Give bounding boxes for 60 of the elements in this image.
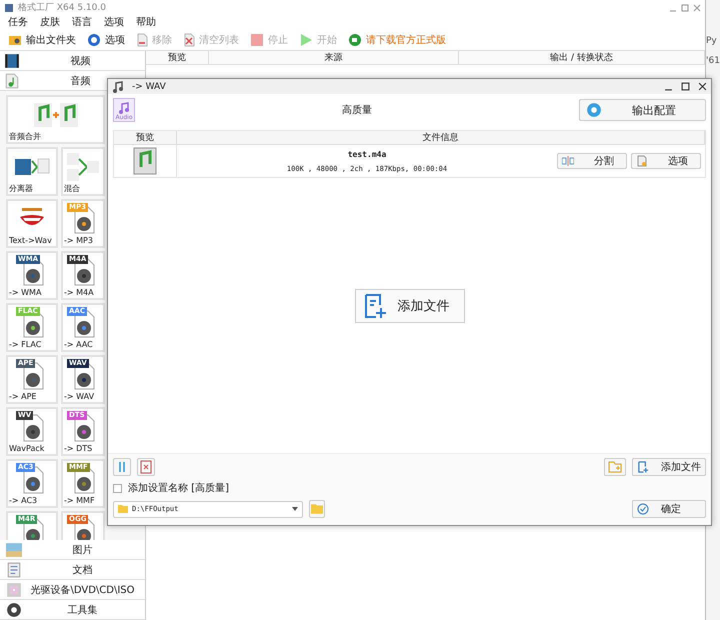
menu-item[interactable]: 语言 <box>72 15 92 29</box>
category-button[interactable]: 文档 <box>0 560 145 580</box>
clear-icon <box>140 460 152 474</box>
folder-icon <box>311 504 323 514</box>
clear-button[interactable] <box>137 458 155 476</box>
format-tile[interactable]: Text->Wav <box>6 199 58 248</box>
sort-button[interactable] <box>113 458 131 476</box>
checkbox[interactable] <box>113 484 122 492</box>
file-action-button[interactable]: 分割 <box>557 153 627 169</box>
audio-file-icon <box>132 147 158 175</box>
category-button[interactable]: 视频 <box>0 51 145 71</box>
column-header: 预览 <box>146 51 209 64</box>
play-icon <box>298 32 314 46</box>
window-edge-text: Py <box>706 36 718 46</box>
add-file-button[interactable]: 添加文件 <box>354 288 464 322</box>
format-tile[interactable]: 分离器 <box>6 147 58 196</box>
file-name: test.m4a <box>348 150 386 158</box>
preset-name: 高质量 <box>341 104 373 117</box>
music-note-icon <box>4 72 20 88</box>
window-edge-text: '61 <box>706 56 720 66</box>
split-icon <box>562 156 574 166</box>
music-note-icon <box>118 102 130 114</box>
menu-item[interactable]: 选项 <box>104 15 124 29</box>
film-icon <box>4 52 20 68</box>
file-action-button[interactable]: 选项 <box>631 153 701 169</box>
browse-folder-button[interactable] <box>309 500 325 518</box>
column-header: 文件信息 <box>177 131 705 144</box>
window-title: 格式工厂 X64 5.10.0 <box>18 2 106 14</box>
checkbox-label: 添加设置名称 [高质量] <box>128 482 229 495</box>
add-folder-button[interactable] <box>604 458 626 476</box>
menu-item[interactable]: 帮助 <box>136 15 156 29</box>
category-button[interactable]: 光驱设备\DVD\CD\ISO <box>0 580 145 600</box>
column-header: 输出 / 转换状态 <box>459 51 705 64</box>
add-file-button[interactable]: 添加文件 <box>632 458 706 476</box>
folder-plus-icon <box>608 461 622 473</box>
close-icon[interactable] <box>698 82 707 91</box>
ok-button[interactable]: 确定 <box>632 500 706 518</box>
format-tile[interactable]: 混合 <box>61 147 105 196</box>
output-config-button[interactable]: 输出配置 <box>579 99 706 121</box>
category-button[interactable]: 工具集 <box>0 600 145 620</box>
photo-icon <box>4 542 24 558</box>
remove-icon <box>135 32 149 46</box>
toolbar-button[interactable]: 选项 <box>83 30 128 50</box>
options-icon <box>86 32 102 46</box>
music-note-icon <box>112 80 124 92</box>
clear-icon <box>182 32 196 46</box>
format-tile[interactable]: 音频合并 <box>6 95 105 144</box>
maximize-icon[interactable] <box>681 82 690 91</box>
toolbar-button[interactable]: 输出文件夹 <box>4 30 79 50</box>
column-header: 预览 <box>114 131 177 144</box>
app-icon <box>4 2 14 12</box>
folder-icon <box>118 505 128 513</box>
menu-item[interactable]: 皮肤 <box>40 15 60 29</box>
add-file-icon <box>637 461 649 473</box>
caret-icon <box>292 507 298 511</box>
menu-item[interactable]: 任务 <box>8 15 28 29</box>
stop-icon <box>249 32 265 46</box>
check-circle-icon <box>637 503 649 515</box>
settings-file-icon <box>636 155 648 167</box>
column-header: 来源 <box>209 51 459 64</box>
